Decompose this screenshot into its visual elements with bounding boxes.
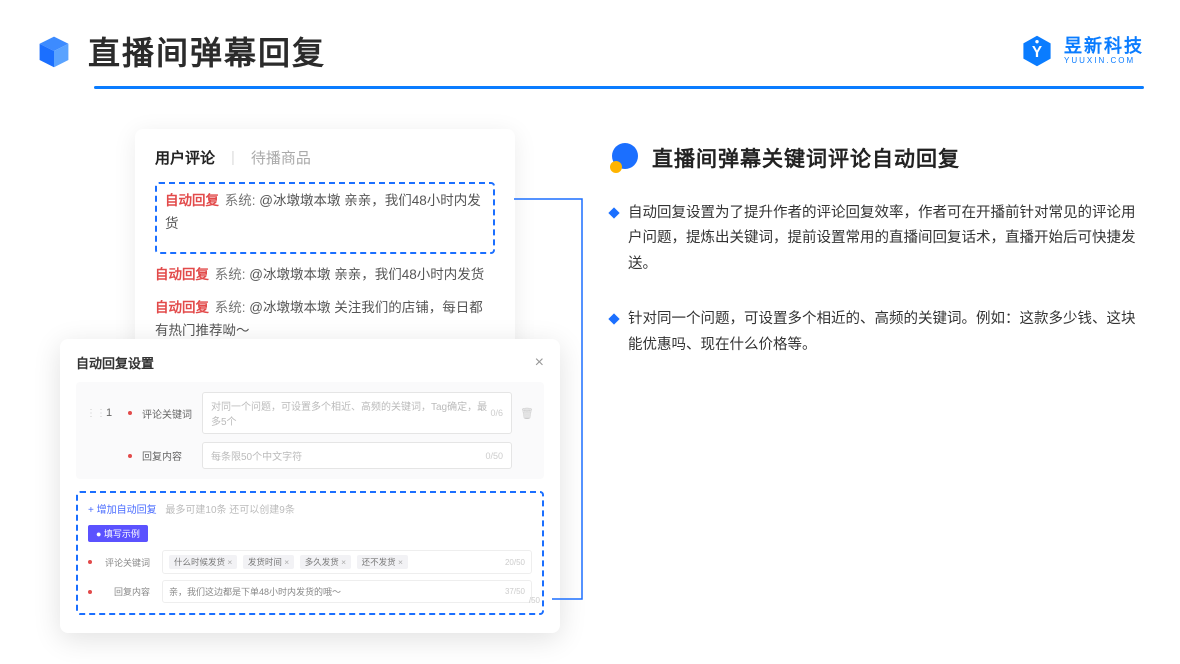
bullet-item: 自动回复设置为了提升作者的评论回复效率，作者可在开播前针对常见的评论用户问题，提… <box>610 201 1144 277</box>
ex-keyword-input[interactable]: 什么时候发货 发货时间 多久发货 还不发货 20/50 <box>162 550 532 574</box>
add-auto-reply-link[interactable]: + 增加自动回复 <box>88 505 157 516</box>
settings-title: 自动回复设置 <box>76 353 154 372</box>
comment-item: 自动回复 系统: @冰墩墩本墩 亲亲，我们48小时内发货 <box>165 190 485 236</box>
bubble-icon <box>610 143 640 173</box>
tag[interactable]: 发货时间 <box>243 555 294 569</box>
example-pill: ● 填写示例 <box>88 525 148 542</box>
close-icon[interactable]: × <box>535 354 544 372</box>
tab-separator: | <box>231 149 235 166</box>
brand-logo: Y 昱新科技 YUUXIN.COM <box>1020 34 1144 68</box>
ex-content-input[interactable]: 亲，我们这边都是下单48小时内发货的哦～ 37/50 <box>162 580 532 603</box>
comments-panel: 用户评论 | 待播商品 自动回复 系统: @冰墩墩本墩 亲亲，我们48小时内发货… <box>135 129 515 375</box>
diamond-icon <box>608 207 619 218</box>
add-hint: 最多可建10条 还可以创建9条 <box>165 505 294 516</box>
logo-en: YUUXIN.COM <box>1064 57 1144 65</box>
tab-pending-products[interactable]: 待播商品 <box>251 147 311 168</box>
tag[interactable]: 还不发货 <box>357 555 408 569</box>
page-title: 直播间弹幕回复 <box>88 28 326 74</box>
tab-user-comments[interactable]: 用户评论 <box>155 147 215 168</box>
ex-keyword-label: 评论关键词 <box>102 556 154 569</box>
stray-counter: /50 <box>529 596 540 605</box>
content-label: 回复内容 <box>142 448 194 463</box>
drag-handle-icon[interactable]: ⋮⋮ <box>86 408 98 419</box>
required-dot-icon <box>88 560 92 564</box>
comment-item: 自动回复 系统: @冰墩墩本墩 关注我们的店铺，每日都有热门推荐呦～ <box>155 297 495 343</box>
tag[interactable]: 多久发货 <box>300 555 351 569</box>
svg-text:Y: Y <box>1032 44 1042 61</box>
content-input[interactable]: 每条限50个中文字符 0/50 <box>202 442 512 469</box>
keyword-label: 评论关键词 <box>142 406 194 421</box>
required-dot-icon <box>128 454 132 458</box>
logo-cn: 昱新科技 <box>1064 37 1144 55</box>
row-number: 1 <box>106 407 120 419</box>
highlighted-comment: 自动回复 系统: @冰墩墩本墩 亲亲，我们48小时内发货 <box>155 182 495 254</box>
delete-icon[interactable]: 🗑 <box>520 407 534 420</box>
ex-content-label: 回复内容 <box>102 585 154 598</box>
bullet-item: 针对同一个问题，可设置多个相近的、高频的关键词。例如：这款多少钱、这块能优惠吗、… <box>610 307 1144 358</box>
cube-icon <box>36 33 72 69</box>
logo-hex-icon: Y <box>1020 34 1054 68</box>
diamond-icon <box>608 313 619 324</box>
required-dot-icon <box>88 590 92 594</box>
keyword-input[interactable]: 对同一个问题，可设置多个相近、高频的关键词，Tag确定，最多5个 0/6 <box>202 392 512 434</box>
tag[interactable]: 什么时候发货 <box>169 555 237 569</box>
comment-item: 自动回复 系统: @冰墩墩本墩 亲亲，我们48小时内发货 <box>155 264 495 287</box>
example-block: + 增加自动回复 最多可建10条 还可以创建9条 ● 填写示例 评论关键词 什么… <box>76 491 544 615</box>
section-title: 直播间弹幕关键词评论自动回复 <box>652 143 960 173</box>
auto-reply-settings-panel: 自动回复设置 × ⋮⋮ 1 评论关键词 对同一个问题，可设置多个相近、高频的关键… <box>60 339 560 633</box>
required-dot-icon <box>128 411 132 415</box>
